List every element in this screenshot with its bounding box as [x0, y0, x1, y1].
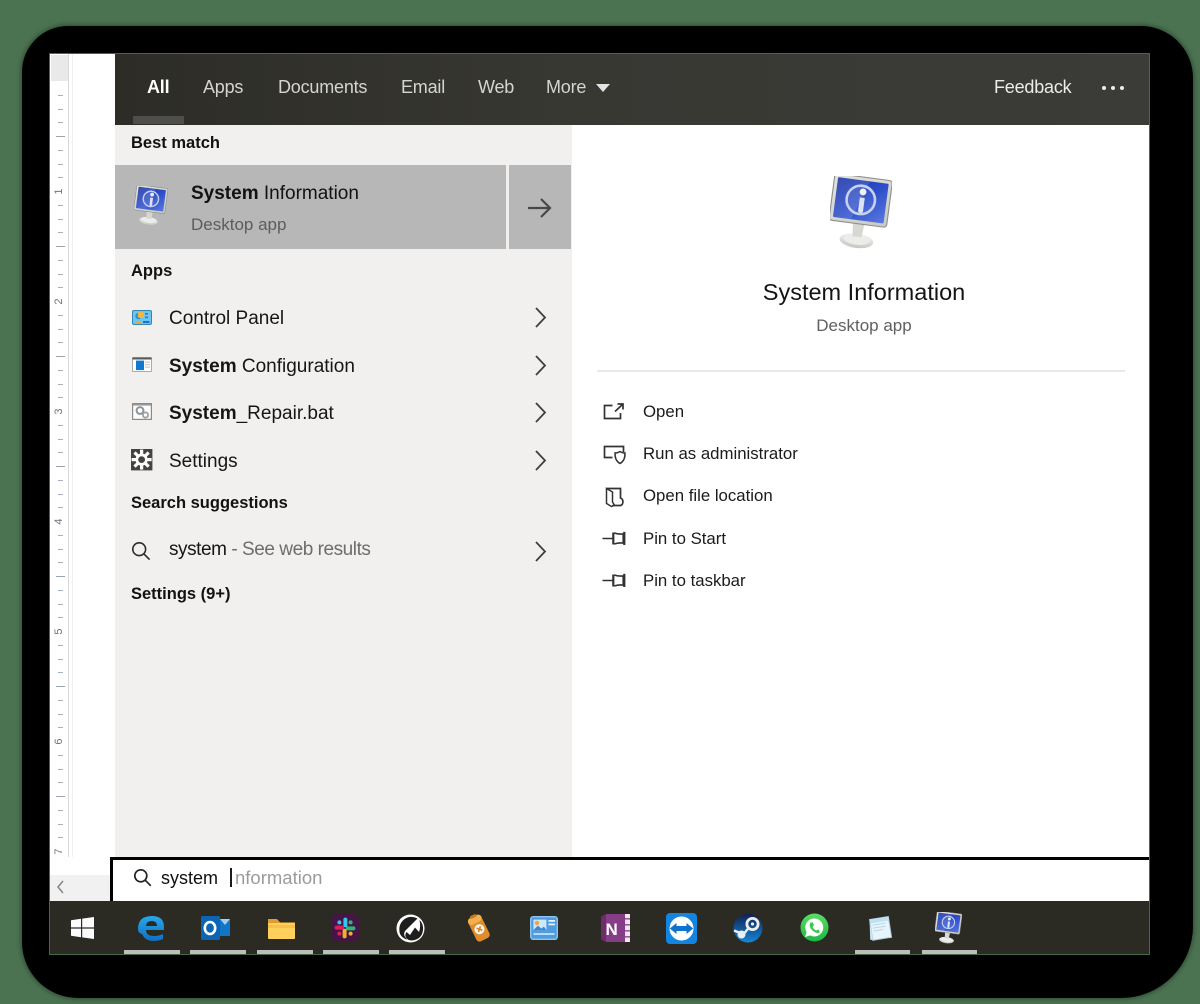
- svg-text:N: N: [606, 920, 618, 939]
